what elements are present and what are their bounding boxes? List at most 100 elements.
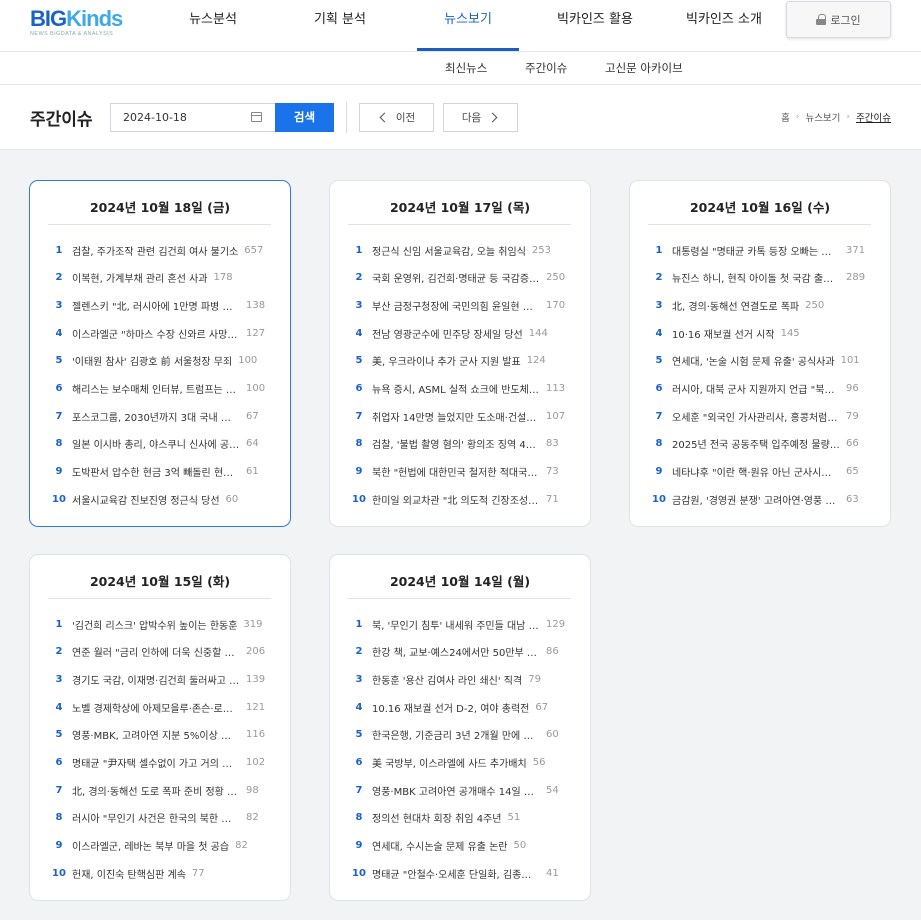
issue-item[interactable]: 10 명태균 "안철수·오세훈 단일화, 김종인이 주도" 41	[348, 865, 580, 881]
issue-title[interactable]: 오세훈 "외국인 가사관리사, 홍콩처럼 입주형도 검토"	[672, 409, 840, 424]
calendar-icon[interactable]	[251, 112, 262, 122]
issue-item[interactable]: 4 노벨 경제학상에 아제모을루·존슨·로빈슨 121	[48, 699, 280, 715]
issue-item[interactable]: 1 검찰, 주가조작 관련 김건희 여사 불기소 657	[48, 242, 280, 258]
issue-item[interactable]: 8 일본 이시바 총리, 야스쿠니 신사에 공물 봉납 64	[48, 436, 280, 452]
issue-title[interactable]: 연세대, '논술 시험 문제 유출' 공식사과	[672, 353, 835, 368]
bigkinds-logo[interactable]: BIGKinds NEWS BIGDATA & ANALYSIS	[30, 8, 128, 38]
issue-item[interactable]: 2 연준 월러 "금리 인하에 더욱 신중할 필요" 206	[48, 644, 280, 660]
issue-item[interactable]: 5 연세대, '논술 시험 문제 유출' 공식사과 101	[648, 353, 880, 369]
issue-item[interactable]: 1 북, '무인기 침투' 내세워 주민들 대남 적개심 고취 129	[348, 616, 580, 632]
issue-title[interactable]: 北, 경의·동해선 도로 폭파 준비 정황 포착	[72, 783, 240, 798]
issue-item[interactable]: 10 서울시교육감 진보진영 정근식 당선 60	[48, 491, 280, 507]
gnb-bigkinds-intro[interactable]: 빅카인즈 소개	[672, 0, 776, 52]
issue-item[interactable]: 10 한미일 외교차관 "北 의도적 긴장조성, 규탄" 71	[348, 491, 580, 507]
issue-title[interactable]: 러시아, 대북 군사 지원까지 언급 "북한, 주권 수호"	[672, 381, 840, 396]
issue-title[interactable]: 뉴진스 하니, 현직 아이돌 첫 국감 출석 '눈물'	[672, 270, 840, 285]
issue-item[interactable]: 8 러시아 "무인기 사건은 한국의 북한 주권 침해" 82	[48, 810, 280, 826]
issue-title[interactable]: 네타냐후 "이란 핵·원유 아닌 군사시설 공격할 것"	[672, 464, 840, 479]
issue-title[interactable]: 명태균 "尹자택 셀수없이 가고 거의 매일 통화"	[72, 755, 240, 770]
issue-item[interactable]: 2 뉴진스 하니, 현직 아이돌 첫 국감 출석 '눈물' 289	[648, 270, 880, 286]
issue-item[interactable]: 6 뉴욕 증시, ASML 실적 쇼크에 반도체주 급락 113	[348, 381, 580, 397]
subnav-latest-news[interactable]: 최신뉴스	[445, 52, 487, 84]
issue-item[interactable]: 9 도박판서 압수한 현금 3억 빼돌린 현직 경찰 61	[48, 464, 280, 480]
issue-title[interactable]: 대통령실 "명태균 카톡 등장 오빠는 김 여사 친오빠"	[672, 243, 840, 258]
issue-item[interactable]: 7 포스코그룹, 2030년까지 3대 국내 사업장 투자 67	[48, 408, 280, 424]
issue-item[interactable]: 5 한국은행, 기준금리 3년 2개월 만에 인하 60	[348, 727, 580, 743]
issue-item[interactable]: 4 10·16 재보궐 선거 시작 145	[648, 325, 880, 341]
gnb-bigkinds-use[interactable]: 빅카인즈 활용	[545, 0, 645, 52]
issue-title[interactable]: 명태균 "안철수·오세훈 단일화, 김종인이 주도"	[372, 866, 540, 881]
issue-item[interactable]: 10 금감원, '경영권 분쟁' 고려아연·영풍 회계심사 63	[648, 491, 880, 507]
issue-item[interactable]: 8 검찰, '불법 촬영 혐의' 황의조 징역 4년 구형 83	[348, 436, 580, 452]
issue-title[interactable]: 정의선 현대차 회장 취임 4주년	[372, 810, 501, 825]
issue-title[interactable]: 전남 영광군수에 민주당 장세일 당선	[372, 326, 523, 341]
issue-title[interactable]: '이태원 참사' 김광호 前 서울청장 무죄	[72, 353, 232, 368]
issue-title[interactable]: 이스라엘군 "하마스 수장 신와르 사망 확인"	[72, 326, 240, 341]
issue-title[interactable]: 헌재, 이진숙 탄핵심판 계속	[72, 866, 186, 881]
issue-title[interactable]: 뉴욕 증시, ASML 실적 쇼크에 반도체주 급락	[372, 381, 540, 396]
issue-title[interactable]: 포스코그룹, 2030년까지 3대 국내 사업장 투자	[72, 409, 240, 424]
issue-title[interactable]: 이스라엘군, 레바논 북부 마을 첫 공습	[72, 838, 229, 853]
gnb-news-analysis[interactable]: 뉴스분석	[170, 0, 256, 52]
issue-title[interactable]: 도박판서 압수한 현금 3억 빼돌린 현직 경찰	[72, 464, 240, 479]
issue-item[interactable]: 7 취업자 14만명 늘었지만 도소매·건설업 감소 107	[348, 408, 580, 424]
breadcrumb-news-view[interactable]: 뉴스보기	[805, 110, 840, 124]
issue-title[interactable]: 취업자 14만명 늘었지만 도소매·건설업 감소	[372, 409, 540, 424]
issue-item[interactable]: 1 '김건희 리스크' 압박수위 높이는 한동훈 319	[48, 616, 280, 632]
issue-item[interactable]: 7 영풍·MBK 고려아연 공개매수 14일 종료 54	[348, 782, 580, 798]
issue-title[interactable]: 한동훈 '용산 김여사 라인 쇄신' 직격	[372, 672, 522, 687]
issue-item[interactable]: 1 정근식 신임 서울교육감, 오늘 취임식 253	[348, 242, 580, 258]
issue-item[interactable]: 7 北, 경의·동해선 도로 폭파 준비 정황 포착 98	[48, 782, 280, 798]
issue-item[interactable]: 5 美, 우크라이나 추가 군사 지원 발표 124	[348, 353, 580, 369]
issue-item[interactable]: 3 北, 경의·동해선 연결도로 폭파 250	[648, 297, 880, 313]
login-button[interactable]: 로그인	[786, 1, 891, 38]
issue-item[interactable]: 3 한동훈 '용산 김여사 라인 쇄신' 직격 79	[348, 671, 580, 687]
issue-title[interactable]: 러시아 "무인기 사건은 한국의 북한 주권 침해"	[72, 810, 240, 825]
issue-title[interactable]: 검찰, 주가조작 관련 김건희 여사 불기소	[72, 243, 238, 258]
issue-item[interactable]: 7 오세훈 "외국인 가사관리사, 홍콩처럼 입주형도 검토" 79	[648, 408, 880, 424]
date-input[interactable]: 2024-10-18	[110, 103, 276, 132]
issue-title[interactable]: 서울시교육감 진보진영 정근식 당선	[72, 492, 220, 507]
issue-title[interactable]: 연준 월러 "금리 인하에 더욱 신중할 필요"	[72, 644, 240, 659]
subnav-old-newspaper-archive[interactable]: 고신문 아카이브	[605, 52, 683, 84]
issue-item[interactable]: 6 해리스는 보수매체 인터뷰, 트럼프는 여성 유권자 100	[48, 381, 280, 397]
issue-title[interactable]: 젤렌스키 "北, 러시아에 1만명 파병 준비"	[72, 298, 240, 313]
issue-item[interactable]: 3 경기도 국감, 이재명·김건희 둘러싸고 공방 139	[48, 671, 280, 687]
issue-title[interactable]: 2025년 전국 공동주택 입주예정 물량 25만 가구	[672, 436, 840, 451]
issue-item[interactable]: 3 젤렌스키 "北, 러시아에 1만명 파병 준비" 138	[48, 297, 280, 313]
issue-title[interactable]: 검찰, '불법 촬영 혐의' 황의조 징역 4년 구형	[372, 436, 540, 451]
issue-title[interactable]: 한강 책, 교보·예스24에서만 50만부 이상 판매	[372, 644, 540, 659]
issue-title[interactable]: 해리스는 보수매체 인터뷰, 트럼프는 여성 유권자	[72, 381, 240, 396]
issue-item[interactable]: 5 영풍·MBK, 고려아연 지분 5%이상 추가 확보 116	[48, 727, 280, 743]
issue-item[interactable]: 9 이스라엘군, 레바논 북부 마을 첫 공습 82	[48, 838, 280, 854]
issue-item[interactable]: 10 헌재, 이진숙 탄핵심판 계속 77	[48, 865, 280, 881]
gnb-news-view[interactable]: 뉴스보기	[417, 0, 519, 52]
issue-title[interactable]: 한미일 외교차관 "北 의도적 긴장조성, 규탄"	[372, 492, 540, 507]
issue-title[interactable]: 10.16 재보궐 선거 D-2, 여야 총력전	[372, 700, 529, 715]
breadcrumb-current[interactable]: 주간이슈	[856, 110, 891, 124]
issue-item[interactable]: 5 '이태원 참사' 김광호 前 서울청장 무죄 100	[48, 353, 280, 369]
issue-item[interactable]: 9 네타냐후 "이란 핵·원유 아닌 군사시설 공격할 것" 65	[648, 464, 880, 480]
subnav-weekly-issue[interactable]: 주간이슈	[525, 52, 567, 84]
issue-title[interactable]: 10·16 재보궐 선거 시작	[672, 326, 775, 341]
issue-item[interactable]: 4 이스라엘군 "하마스 수장 신와르 사망 확인" 127	[48, 325, 280, 341]
issue-item[interactable]: 8 2025년 전국 공동주택 입주예정 물량 25만 가구 66	[648, 436, 880, 452]
issue-title[interactable]: 국회 운영위, 김건희·명태균 등 국감증인 채택	[372, 270, 540, 285]
issue-item[interactable]: 2 한강 책, 교보·예스24에서만 50만부 이상 판매 86	[348, 644, 580, 660]
gnb-planned-analysis[interactable]: 기획 분석	[297, 0, 383, 52]
issue-item[interactable]: 3 부산 금정구청장에 국민의힘 윤일현 당선 170	[348, 297, 580, 313]
breadcrumb-home[interactable]: 홈	[781, 110, 790, 124]
next-button[interactable]: 다음	[443, 103, 518, 132]
issue-title[interactable]: 노벨 경제학상에 아제모을루·존슨·로빈슨	[72, 700, 240, 715]
issue-title[interactable]: 영풍·MBK, 고려아연 지분 5%이상 추가 확보	[72, 727, 240, 742]
issue-title[interactable]: '김건희 리스크' 압박수위 높이는 한동훈	[72, 617, 237, 632]
issue-item[interactable]: 2 이복현, 가계부채 관리 혼선 사과 178	[48, 270, 280, 286]
issue-item[interactable]: 4 10.16 재보궐 선거 D-2, 여야 총력전 67	[348, 699, 580, 715]
issue-title[interactable]: 경기도 국감, 이재명·김건희 둘러싸고 공방	[72, 672, 240, 687]
issue-item[interactable]: 9 북한 "헌법에 대한민국 철저한 적대국가 규정" 73	[348, 464, 580, 480]
issue-title[interactable]: 美 국방부, 이스라엘에 사드 추가배치	[372, 755, 527, 770]
issue-title[interactable]: 부산 금정구청장에 국민의힘 윤일현 당선	[372, 298, 540, 313]
issue-item[interactable]: 6 美 국방부, 이스라엘에 사드 추가배치 56	[348, 755, 580, 771]
issue-title[interactable]: 연세대, 수시논술 문제 유출 논란	[372, 838, 508, 853]
issue-title[interactable]: 한국은행, 기준금리 3년 2개월 만에 인하	[372, 727, 540, 742]
